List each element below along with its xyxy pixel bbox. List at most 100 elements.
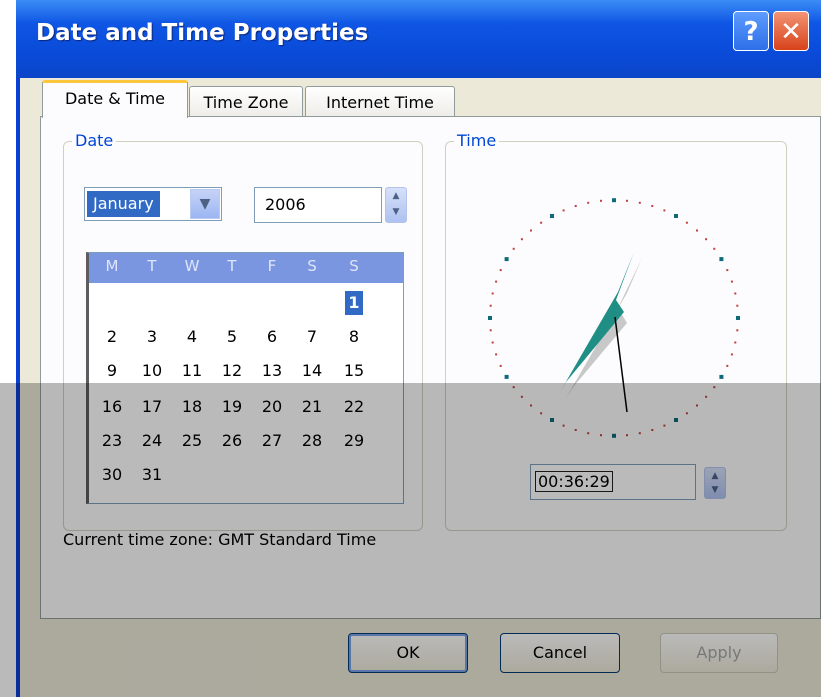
minute-mark [638, 432, 641, 435]
minute-mark [512, 247, 515, 250]
calendar-day[interactable]: 12 [217, 359, 247, 383]
minute-mark [726, 364, 729, 367]
spin-down-icon[interactable]: ▼ [386, 205, 406, 222]
hour-mark [674, 418, 678, 422]
minute-mark [685, 221, 688, 224]
minute-mark [651, 205, 654, 207]
spin-up-icon[interactable]: ▲ [386, 188, 406, 205]
help-button[interactable]: ? [733, 11, 769, 51]
calendar-day[interactable]: 8 [339, 325, 369, 349]
minute-mark [520, 395, 523, 398]
ok-button[interactable]: OK [348, 633, 468, 673]
hour-mark [488, 316, 492, 320]
calendar-day[interactable]: 24 [137, 429, 167, 453]
chevron-down-icon[interactable]: ▼ [190, 189, 220, 219]
window-title: Date and Time Properties [36, 20, 369, 46]
tab-panel: Date January ▼ 2006 ▲ ▼ MTWTFSS 12345678… [40, 116, 821, 619]
calendar-day[interactable]: 5 [217, 325, 247, 349]
apply-button[interactable]: Apply [660, 633, 778, 673]
minute-mark [562, 424, 565, 427]
calendar-day[interactable]: 15 [339, 359, 369, 383]
minute-mark [587, 432, 590, 435]
minute-mark [696, 404, 698, 407]
tab-time-zone[interactable]: Time Zone [189, 86, 303, 119]
hour-mark [612, 433, 616, 438]
minute-mark [734, 341, 737, 344]
tab-internet-time[interactable]: Internet Time [305, 86, 455, 119]
calendar-day[interactable]: 21 [297, 395, 327, 419]
time-value: 00:36:29 [535, 471, 613, 492]
calendar-day[interactable]: 19 [217, 395, 247, 419]
minute-mark [495, 280, 498, 283]
weekday-header: M [105, 257, 119, 275]
title-bar[interactable]: Date and Time Properties ? ✕ [16, 0, 821, 78]
calendar-day[interactable]: 4 [177, 325, 207, 349]
minute-mark [638, 201, 641, 204]
calendar-day[interactable]: 11 [177, 359, 207, 383]
calendar-day[interactable]: 17 [137, 395, 167, 419]
minute-mark [499, 269, 502, 272]
minute-mark [520, 238, 523, 241]
dialog-client-area: Date & Time Time Zone Internet Time Date… [20, 78, 821, 697]
hour-mark [550, 418, 554, 422]
month-calendar[interactable]: MTWTFSS 1 2 3 4 5 6 7 8 9 10 11 12 13 14 15 16 17 18 19 20 2… [86, 252, 404, 504]
calendar-day[interactable]: 26 [217, 429, 247, 453]
minute-mark [626, 434, 628, 437]
time-spinner[interactable]: ▲ ▼ [704, 467, 726, 499]
minute-mark [600, 434, 602, 437]
calendar-day[interactable]: 13 [257, 359, 287, 383]
close-icon: ✕ [780, 17, 802, 47]
minute-mark [540, 221, 543, 224]
minute-mark [736, 304, 739, 307]
hour-mark [504, 374, 509, 379]
time-input[interactable]: 00:36:29 [530, 464, 696, 500]
calendar-day[interactable]: 25 [177, 429, 207, 453]
calendar-day[interactable]: 31 [137, 463, 167, 487]
calendar-day[interactable]: 14 [297, 359, 327, 383]
current-time-zone: Current time zone: GMT Standard Time [63, 530, 376, 549]
weekday-header: F [267, 257, 277, 275]
dialog-window: Date and Time Properties ? ✕ Date & Time… [16, 0, 821, 697]
close-button[interactable]: ✕ [773, 11, 809, 51]
calendar-day[interactable]: 23 [97, 429, 127, 453]
minute-mark [562, 209, 565, 212]
calendar-day[interactable]: 18 [177, 395, 207, 419]
time-zone-value: GMT Standard Time [218, 530, 377, 549]
month-value: January [87, 191, 160, 217]
month-dropdown[interactable]: January ▼ [84, 187, 222, 221]
minute-mark [587, 201, 590, 204]
minute-mark [663, 424, 666, 427]
calendar-day[interactable]: 9 [97, 359, 127, 383]
calendar-day[interactable]: 6 [257, 325, 287, 349]
minute-mark [626, 199, 628, 202]
calendar-day-selected[interactable]: 1 [345, 291, 363, 315]
hour-mark [612, 198, 616, 203]
calendar-day[interactable]: 2 [97, 325, 127, 349]
minute-mark [713, 386, 716, 389]
calendar-day[interactable]: 30 [97, 463, 127, 487]
calendar-day[interactable]: 29 [339, 429, 369, 453]
calendar-day[interactable]: 27 [257, 429, 287, 453]
calendar-day[interactable]: 7 [297, 325, 327, 349]
tab-date-time[interactable]: Date & Time [42, 80, 188, 118]
year-spinner[interactable]: ▲ ▼ [385, 187, 407, 223]
calendar-day[interactable]: 3 [137, 325, 167, 349]
calendar-day[interactable]: 10 [137, 359, 167, 383]
minute-mark [726, 269, 729, 272]
minute-mark [495, 353, 498, 356]
minute-mark [574, 429, 577, 431]
calendar-day[interactable]: 16 [97, 395, 127, 419]
spin-up-icon[interactable]: ▲ [705, 468, 725, 483]
minute-mark [489, 329, 492, 332]
calendar-day[interactable]: 20 [257, 395, 287, 419]
calendar-day[interactable]: 22 [339, 395, 369, 419]
minute-mark [491, 292, 494, 295]
minute-mark [734, 292, 737, 295]
spin-down-icon[interactable]: ▼ [705, 483, 725, 498]
help-icon: ? [743, 17, 759, 47]
cancel-button[interactable]: Cancel [500, 633, 620, 673]
calendar-day[interactable]: 28 [297, 429, 327, 453]
year-input[interactable]: 2006 [254, 187, 382, 223]
date-group: Date January ▼ 2006 ▲ ▼ MTWTFSS 12345678… [63, 131, 423, 531]
hour-mark [550, 214, 554, 218]
